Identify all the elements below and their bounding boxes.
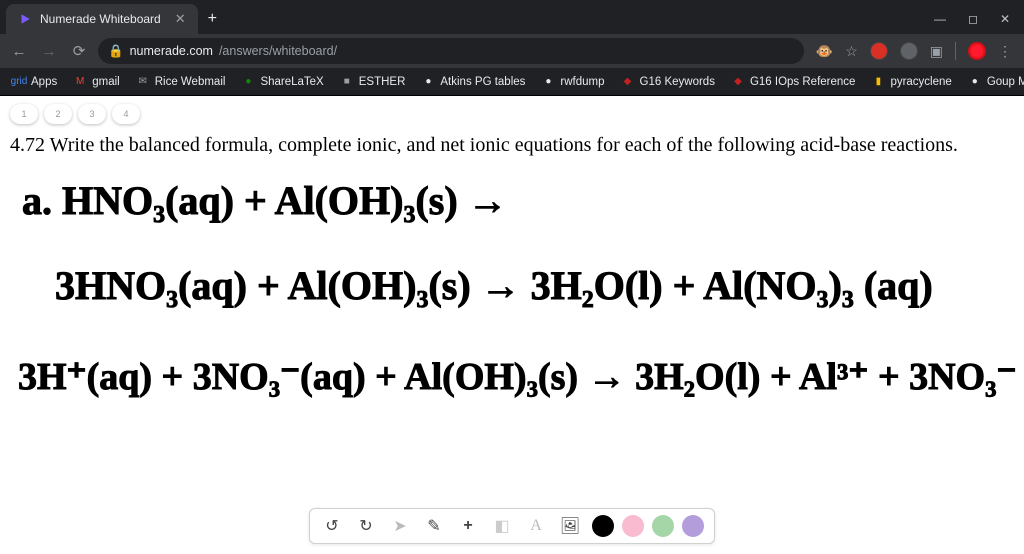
bookmark-item[interactable]: ● rwfdump [535,72,610,92]
page-pill[interactable]: 3 [78,104,106,124]
bookmark-item[interactable]: ◆ G16 IOps Reference [725,72,861,92]
page-pill[interactable]: 1 [10,104,38,124]
text-tool-button[interactable]: A [524,514,548,538]
url-path: /answers/whiteboard/ [219,44,337,58]
bookmark-label: Apps [31,76,57,88]
bookmark-icon: ● [421,75,435,89]
eraser-tool-button[interactable]: ◧ [490,514,514,538]
forward-icon[interactable]: → [38,43,60,60]
divider [955,42,956,60]
hand-line-1: a. HNO₃(aq) + Al(OH)₃(s) → [22,178,508,223]
maximize-icon[interactable]: ◻ [968,12,978,26]
bookmark-icon: ◆ [731,75,745,89]
bookmark-label: Atkins PG tables [440,76,525,88]
hand-line-3: 3H⁺(aq) + 3NO₃⁻(aq) + Al(OH)₃(s) → 3H₂O(… [18,356,1017,398]
bookmark-icon: M [73,75,87,89]
bookmark-item[interactable]: grid Apps [6,72,63,92]
handwriting-svg: a. HNO₃(aq) + Al(OH)₃(s) → 3HNO₃(aq) + A… [0,159,1024,459]
bookmark-icon: ■ [340,75,354,89]
color-swatch[interactable] [592,515,614,537]
bookmark-item[interactable]: Mgmail [67,72,125,92]
bookmark-icon: grid [12,75,26,89]
page-pill[interactable]: 2 [44,104,72,124]
reload-icon[interactable]: ⟳ [68,42,90,60]
lock-icon: 🔒 [108,44,124,59]
brand-icon[interactable] [968,42,986,60]
minimize-icon[interactable]: — [934,12,946,26]
redo-button[interactable]: ↻ [354,514,378,538]
bookmark-item[interactable]: ▮ pyracyclene [865,72,957,92]
whiteboard-toolbar-wrap: ↺ ↻ ➤ ✎ + ◧ A 🖼 [309,508,715,544]
page-pills-row: 1234 [0,96,1024,132]
pointer-tool-button[interactable]: ➤ [388,514,412,538]
bookmark-label: Goup Meetings [987,76,1024,88]
cast-icon[interactable]: ▣ [930,43,943,60]
bookmark-label: Rice Webmail [155,76,226,88]
color-swatch[interactable] [652,515,674,537]
url-domain: numerade.com [130,44,213,58]
bookmark-icon: ▮ [871,75,885,89]
profile-avatar-icon[interactable] [870,42,888,60]
hand-line-2: 3HNO₃(aq) + Al(OH)₃(s) → 3H₂O(l) + Al(NO… [55,263,933,308]
url-input[interactable]: 🔒 numerade.com/answers/whiteboard/ [98,38,804,64]
bookmark-label: gmail [92,76,119,88]
image-tool-button[interactable]: 🖼 [558,514,582,538]
menu-icon[interactable]: ⋮ [998,43,1012,60]
bookmark-label: ShareLaTeX [260,76,323,88]
window-controls: — ◻ ✕ [920,4,1024,34]
bookmark-icon: ● [241,75,255,89]
browser-tab[interactable]: Numerade Whiteboard ✕ [6,4,198,34]
extension-icon[interactable]: 🐵 [816,43,833,60]
bookmark-icon: ✉ [136,75,150,89]
close-tab-icon[interactable]: ✕ [169,11,186,27]
color-swatch[interactable] [622,515,644,537]
bookmark-item[interactable]: ■ ESTHER [334,72,412,92]
whiteboard-toolbar: ↺ ↻ ➤ ✎ + ◧ A 🖼 [309,508,715,544]
bookmark-item[interactable]: ● Goup Meetings [962,72,1024,92]
bookmark-label: rwfdump [560,76,604,88]
bookmark-label: G16 IOps Reference [750,76,855,88]
whiteboard-canvas[interactable]: a. HNO₃(aq) + Al(OH)₃(s) → 3HNO₃(aq) + A… [0,159,1024,459]
title-bar: Numerade Whiteboard ✕ + — ◻ ✕ [0,0,1024,34]
color-swatch[interactable] [682,515,704,537]
favicon-icon [18,12,32,26]
problem-text: 4.72 Write the balanced formula, complet… [0,132,1024,159]
pen-tool-button[interactable]: ✎ [422,514,446,538]
page-content: 1234 4.72 Write the balanced formula, co… [0,96,1024,459]
bookmark-item[interactable]: ✉ Rice Webmail [130,72,232,92]
tab-title: Numerade Whiteboard [40,12,161,26]
address-right-icons: 🐵 ☆ ▣ ⋮ [812,42,1016,60]
new-tab-button[interactable]: + [198,4,227,34]
star-icon[interactable]: ☆ [845,43,858,60]
page-pill[interactable]: 4 [112,104,140,124]
secondary-avatar-icon[interactable] [900,42,918,60]
close-window-icon[interactable]: ✕ [1000,12,1010,26]
bookmark-label: pyracyclene [890,76,951,88]
bookmark-icon: ● [541,75,555,89]
bookmark-item[interactable]: ● Atkins PG tables [415,72,531,92]
color-swatches [592,515,704,537]
bookmark-item[interactable]: ● ShareLaTeX [235,72,329,92]
bookmark-icon: ◆ [621,75,635,89]
back-icon[interactable]: ← [8,43,30,60]
bookmark-item[interactable]: ◆ G16 Keywords [615,72,721,92]
bookmark-label: ESTHER [359,76,406,88]
bookmark-label: G16 Keywords [640,76,715,88]
add-button[interactable]: + [456,514,480,538]
undo-button[interactable]: ↺ [320,514,344,538]
address-bar: ← → ⟳ 🔒 numerade.com/answers/whiteboard/… [0,34,1024,68]
bookmark-icon: ● [968,75,982,89]
bookmarks-bar: grid Apps Mgmail ✉ Rice Webmail ● ShareLaTeX ■ E… [0,68,1024,96]
browser-chrome: Numerade Whiteboard ✕ + — ◻ ✕ ← → ⟳ 🔒 nu… [0,0,1024,96]
